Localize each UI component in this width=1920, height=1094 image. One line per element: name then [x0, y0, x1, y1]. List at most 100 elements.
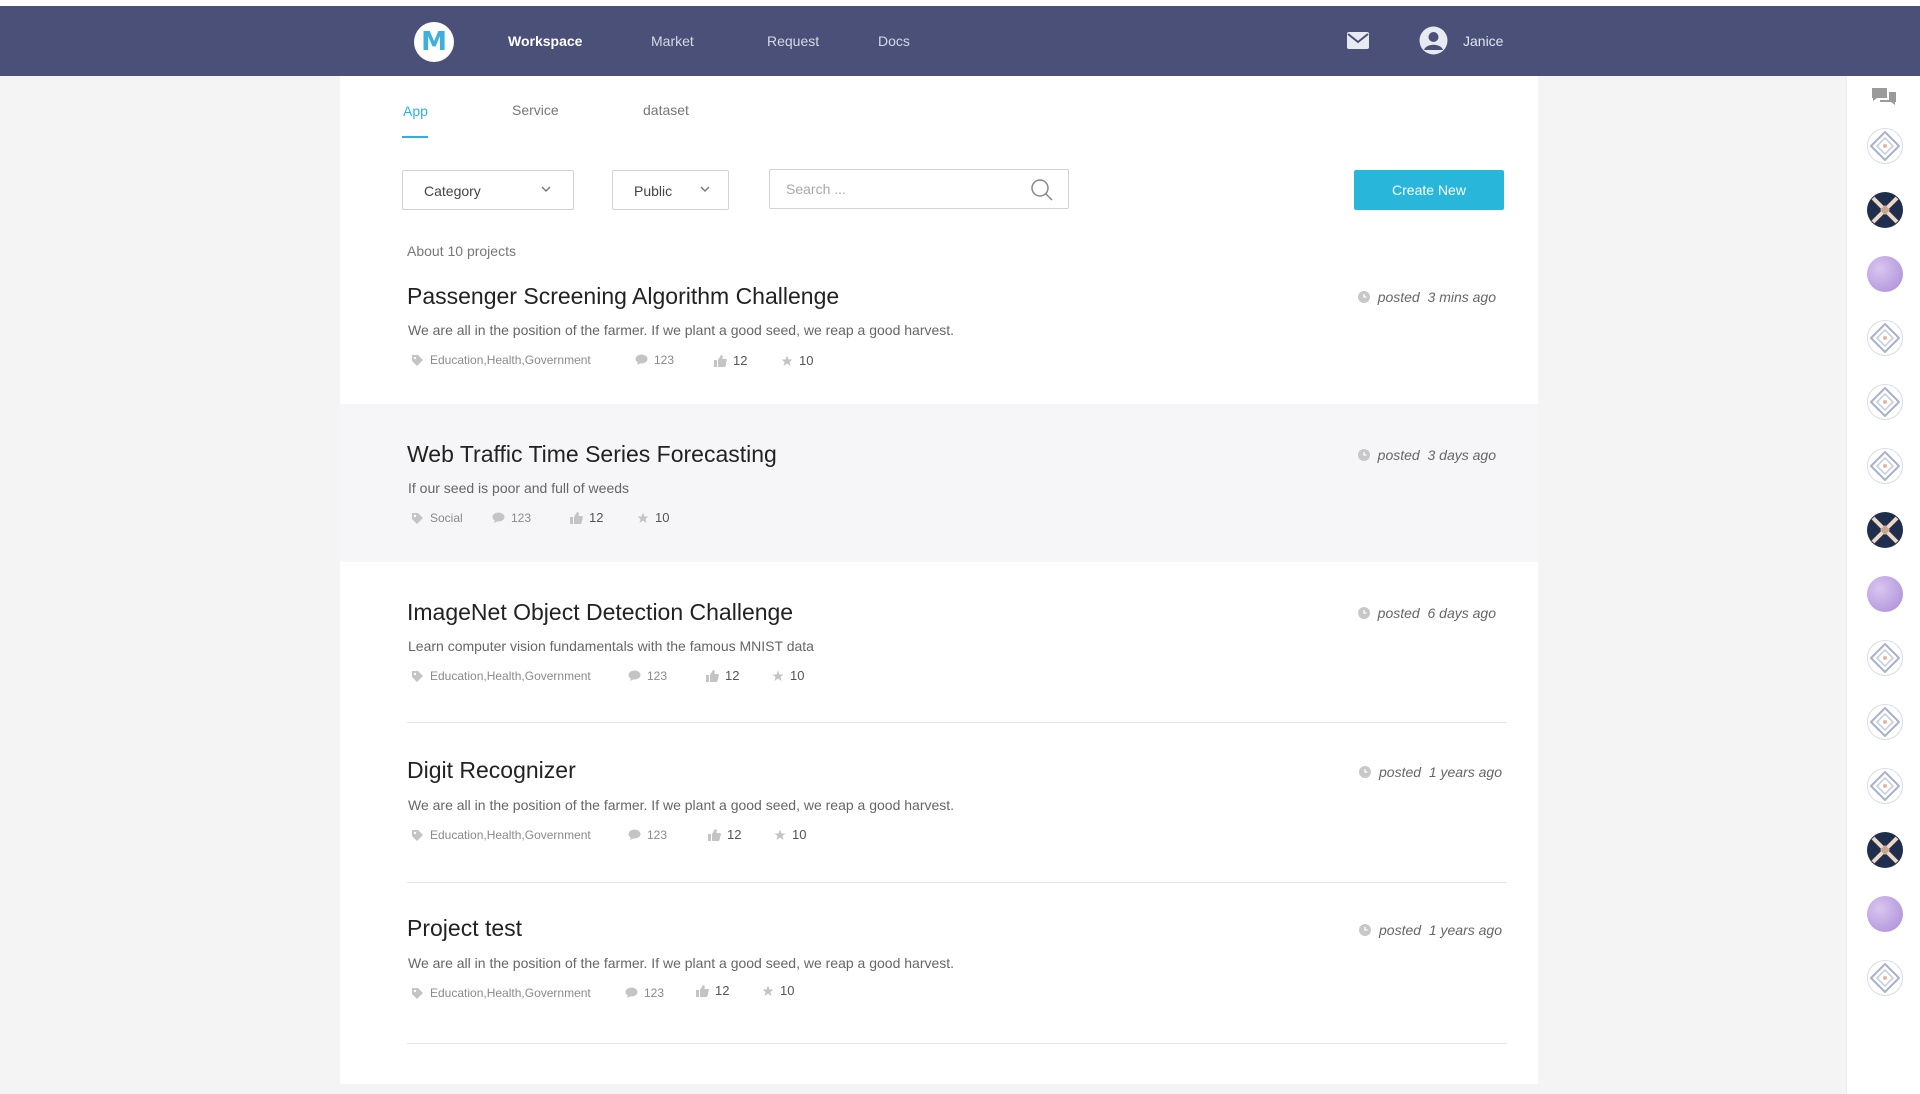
like-count[interactable]: 12 — [570, 510, 603, 525]
sidebar-avatar[interactable] — [1867, 384, 1903, 420]
chevron-down-icon — [541, 186, 551, 192]
sidebar-avatar[interactable] — [1867, 768, 1903, 804]
project-row[interactable]: Digit Recognizer We are all in the posit… — [340, 723, 1538, 881]
sidebar-avatar[interactable] — [1867, 832, 1903, 868]
tags-text: Social — [430, 511, 463, 525]
chevron-down-icon — [700, 186, 710, 192]
sidebar-avatar[interactable] — [1867, 128, 1903, 164]
thumbs-up-icon — [708, 828, 721, 841]
posted-time: posted 1 years ago — [1359, 764, 1502, 780]
top-navbar: M Workspace Market Request Docs Janice — [0, 6, 1920, 76]
user-name[interactable]: Janice — [1463, 33, 1503, 49]
tab-service[interactable]: Service — [512, 102, 559, 118]
user-avatar-icon[interactable] — [1419, 26, 1448, 55]
star-count[interactable]: 10 — [781, 353, 813, 368]
cross-pattern-icon — [1871, 836, 1899, 864]
search-icon[interactable] — [1030, 178, 1054, 202]
create-new-button[interactable]: Create New — [1354, 170, 1504, 210]
tags-text: Education,Health,Government — [430, 828, 591, 842]
project-row[interactable]: Web Traffic Time Series Forecasting If o… — [340, 404, 1538, 562]
thumbs-up-icon — [570, 511, 583, 524]
sidebar-avatar[interactable] — [1867, 448, 1903, 484]
sidebar-avatar[interactable] — [1867, 640, 1903, 676]
project-title[interactable]: Digit Recognizer — [407, 757, 576, 784]
star-icon — [772, 670, 784, 681]
nav-workspace[interactable]: Workspace — [508, 33, 582, 49]
project-row[interactable]: Project test We are all in the position … — [340, 883, 1538, 1041]
like-count[interactable]: 12 — [708, 827, 741, 842]
star-count[interactable]: 10 — [762, 983, 794, 998]
diamond-pattern-icon — [1869, 770, 1901, 802]
project-row[interactable]: ImageNet Object Detection Challenge Lear… — [340, 562, 1538, 720]
comment-count: 123 — [628, 828, 667, 842]
tags-text: Education,Health,Government — [430, 669, 591, 683]
comment-icon — [628, 670, 641, 681]
visibility-select[interactable]: Public — [612, 170, 729, 210]
clock-icon — [1357, 291, 1370, 303]
tab-app[interactable]: App — [403, 103, 428, 119]
nav-market[interactable]: Market — [651, 33, 694, 49]
logo[interactable]: M — [414, 22, 454, 62]
clock-icon — [1359, 766, 1371, 778]
nav-request[interactable]: Request — [767, 33, 819, 49]
search-box — [769, 169, 1069, 209]
row-divider — [407, 1043, 1507, 1044]
sidebar-avatar[interactable] — [1867, 896, 1903, 932]
right-sidebar — [1846, 76, 1920, 1094]
star-count-value: 10 — [655, 510, 670, 525]
posted-label: posted — [1379, 764, 1422, 780]
project-tags: Education,Health,Government — [411, 986, 591, 1000]
category-select[interactable]: Category — [402, 170, 574, 210]
posted-time: posted 6 days ago — [1357, 605, 1497, 621]
sidebar-avatar[interactable] — [1867, 704, 1903, 740]
logo-letter: M — [421, 27, 447, 57]
diamond-pattern-icon — [1869, 130, 1901, 162]
comment-icon — [625, 987, 638, 998]
cross-pattern-icon — [1871, 516, 1899, 544]
mail-icon[interactable] — [1347, 32, 1369, 49]
star-icon — [762, 985, 774, 996]
posted-time-value: 1 years ago — [1428, 922, 1502, 938]
sidebar-avatar[interactable] — [1867, 256, 1903, 292]
comment-count: 123 — [635, 353, 674, 367]
tab-dataset[interactable]: dataset — [643, 102, 689, 118]
project-title[interactable]: Passenger Screening Algorithm Challenge — [407, 283, 839, 310]
search-input[interactable] — [786, 181, 1026, 197]
tag-icon — [412, 354, 423, 366]
comment-count: 123 — [625, 986, 664, 1000]
thumbs-up-icon — [706, 669, 719, 682]
sidebar-avatar[interactable] — [1867, 512, 1903, 548]
project-title[interactable]: ImageNet Object Detection Challenge — [407, 599, 793, 626]
star-count[interactable]: 10 — [772, 668, 804, 683]
posted-time-value: 1 years ago — [1428, 764, 1502, 780]
posted-time-value: 6 days ago — [1427, 605, 1497, 621]
like-count[interactable]: 12 — [714, 353, 747, 368]
project-title[interactable]: Web Traffic Time Series Forecasting — [407, 441, 777, 468]
star-count[interactable]: 10 — [637, 510, 669, 525]
chat-icon[interactable] — [1871, 86, 1897, 108]
visibility-select-label: Public — [634, 183, 673, 199]
like-count[interactable]: 12 — [706, 668, 739, 683]
tag-icon — [412, 829, 423, 841]
like-count[interactable]: 12 — [696, 983, 729, 998]
star-count[interactable]: 10 — [774, 827, 806, 842]
posted-time-value: 3 mins ago — [1427, 289, 1496, 305]
nav-docs[interactable]: Docs — [878, 33, 910, 49]
posted-time: posted 1 years ago — [1359, 922, 1502, 938]
comment-count-value: 123 — [647, 828, 668, 842]
project-description: If our seed is poor and full of weeds — [408, 480, 630, 496]
star-count-value: 10 — [799, 353, 814, 368]
project-title[interactable]: Project test — [407, 915, 522, 942]
sidebar-avatar[interactable] — [1867, 320, 1903, 356]
project-description: We are all in the position of the farmer… — [408, 797, 955, 813]
sidebar-avatar[interactable] — [1867, 960, 1903, 996]
diamond-pattern-icon — [1869, 322, 1901, 354]
like-count-value: 12 — [727, 827, 742, 842]
comment-count-value: 123 — [644, 986, 665, 1000]
sidebar-avatar[interactable] — [1867, 576, 1903, 612]
project-tags: Education,Health,Government — [411, 353, 591, 367]
sidebar-avatar[interactable] — [1867, 192, 1903, 228]
posted-label: posted — [1379, 922, 1422, 938]
clock-icon — [1359, 924, 1371, 936]
comment-count-value: 123 — [647, 669, 668, 683]
